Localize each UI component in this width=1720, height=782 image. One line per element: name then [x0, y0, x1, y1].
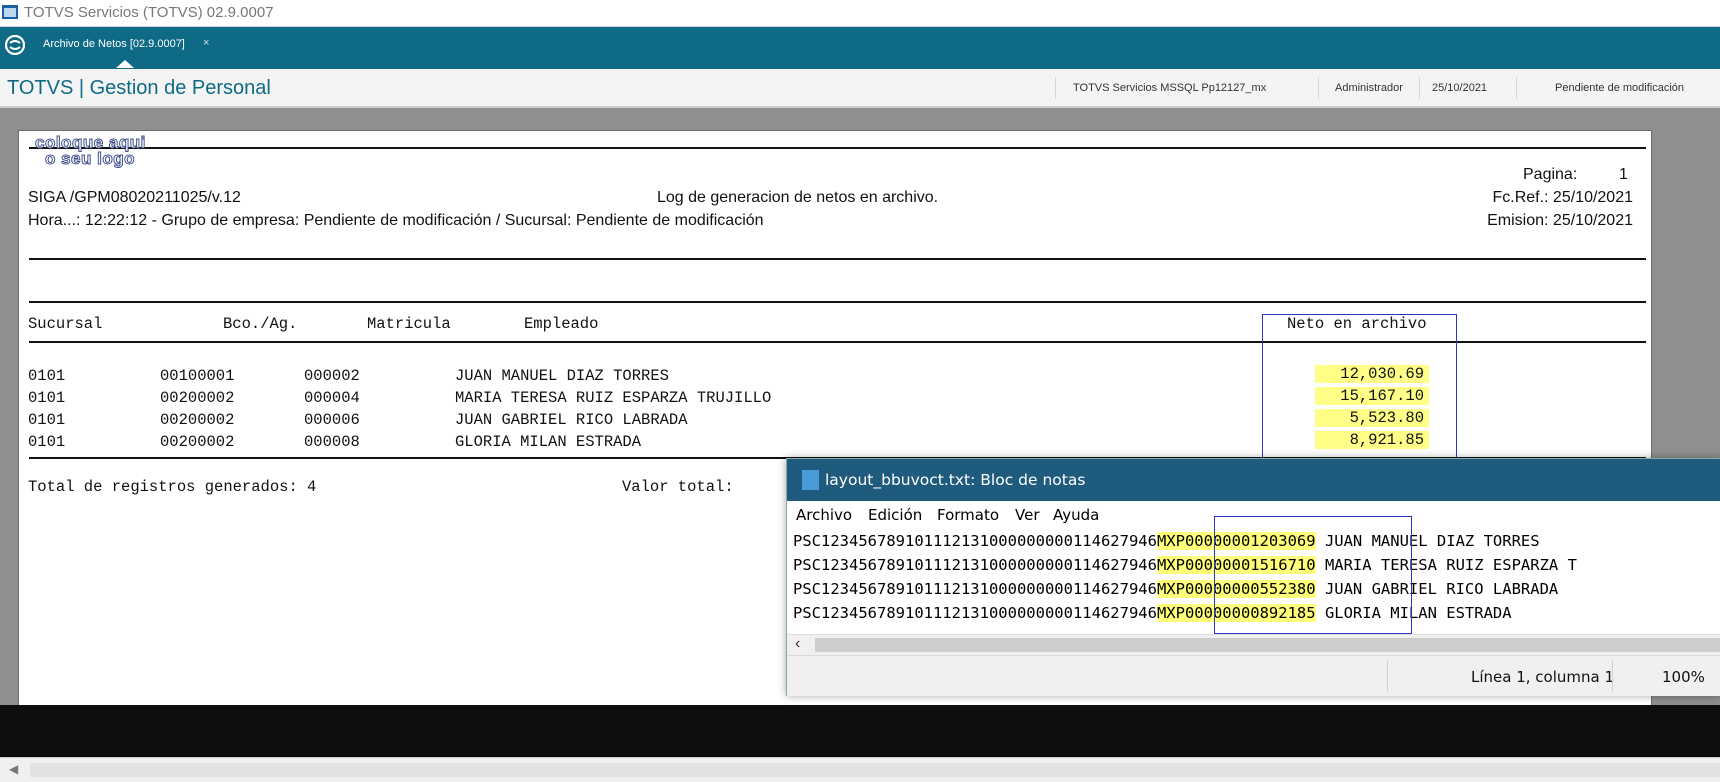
header-divider — [1318, 77, 1319, 99]
cell-bco: 00200002 — [160, 433, 235, 451]
highlight-box-neto — [1262, 314, 1457, 461]
scroll-left-icon[interactable]: ‹ — [795, 635, 800, 653]
tab-close-icon[interactable]: × — [203, 37, 209, 49]
text-line: PSC123456789101112131000000000114627946M… — [793, 556, 1577, 574]
highlight-box-amount — [1214, 516, 1412, 634]
notepad-title-bar[interactable]: layout_bbuvoct.txt: Bloc de notas — [787, 459, 1720, 501]
line-prefix: PSC123456789101112131000000000114627946 — [793, 556, 1157, 574]
line-prefix: PSC123456789101112131000000000114627946 — [793, 580, 1157, 598]
hora-line: Hora...: 12:22:12 - Grupo de empresa: Pe… — [28, 212, 764, 229]
cell-sucursal: 0101 — [28, 367, 66, 385]
active-tab-indicator — [116, 60, 134, 68]
emision: Emision: 25/10/2021 — [1487, 212, 1633, 229]
app-icon — [2, 5, 18, 19]
window-title-bar: TOTVS Servicios (TOTVS) 02.9.0007 — [0, 0, 1720, 27]
header-divider — [1419, 77, 1420, 99]
status-divider — [1612, 660, 1613, 692]
user-label: Administrador — [1335, 82, 1403, 94]
cell-sucursal: 0101 — [28, 411, 66, 429]
menu-ver[interactable]: Ver — [1015, 506, 1040, 524]
cell-bco: 00200002 — [160, 389, 235, 407]
cell-matricula: 000006 — [304, 411, 360, 429]
header-divider — [1055, 77, 1056, 99]
menu-ayuda[interactable]: Ayuda — [1053, 506, 1099, 524]
window-title: TOTVS Servicios (TOTVS) 02.9.0007 — [24, 4, 274, 21]
company-status-label: Pendiente de modificación — [1555, 82, 1685, 94]
notepad-status-bar: Línea 1, columna 1 100% — [787, 655, 1720, 696]
text-line: PSC123456789101112131000000000114627946M… — [793, 532, 1540, 550]
status-divider — [1387, 660, 1388, 692]
menu-edicion[interactable]: Edición — [868, 506, 922, 524]
cell-bco: 00200002 — [160, 411, 235, 429]
module-header: TOTVS | Gestion de Personal TOTVS Servic… — [0, 69, 1720, 108]
scroll-left-icon[interactable]: ◀ — [9, 762, 18, 776]
report-title: Log de generacion de netos en archivo. — [657, 189, 939, 206]
col-sucursal: Sucursal — [28, 315, 103, 333]
report-rule — [29, 258, 1646, 260]
notepad-window[interactable]: layout_bbuvoct.txt: Bloc de notas Archiv… — [786, 458, 1720, 696]
horizontal-scrollbar[interactable]: ◀ — [0, 757, 1720, 782]
notepad-title: layout_bbuvoct.txt: Bloc de notas — [825, 471, 1086, 489]
cell-matricula: 000004 — [304, 389, 360, 407]
notepad-icon — [801, 469, 820, 491]
cell-empleado: MARIA TERESA RUIZ ESPARZA TRUJILLO — [455, 389, 772, 407]
cell-empleado: JUAN GABRIEL RICO LABRADA — [455, 411, 688, 429]
scrollbar-track[interactable] — [30, 763, 1720, 777]
report-rule — [29, 301, 1646, 303]
footer-bar — [0, 705, 1720, 757]
fc-ref: Fc.Ref.: 25/10/2021 — [1492, 189, 1633, 206]
line-prefix: PSC123456789101112131000000000114627946 — [793, 532, 1157, 550]
logo-line-2: o seu logo — [45, 149, 135, 168]
header-divider — [1516, 77, 1517, 99]
report-logo: coloque aqui o seu logo — [35, 134, 146, 168]
date-label: 25/10/2021 — [1432, 82, 1488, 94]
totvs-logo-icon[interactable] — [5, 35, 25, 55]
cell-matricula: 000002 — [304, 367, 360, 385]
cell-matricula: 000008 — [304, 433, 360, 451]
menu-archivo[interactable]: Archivo — [796, 506, 852, 524]
total-registros: Total de registros generados: 4 — [28, 478, 317, 496]
cursor-position: Línea 1, columna 1 — [1471, 668, 1615, 686]
module-title: TOTVS | Gestion de Personal — [7, 77, 271, 99]
program-id: SIGA /GPM08020211025/v.12 — [28, 189, 241, 206]
notepad-horizontal-scrollbar[interactable]: ‹ — [787, 634, 1720, 655]
menu-formato[interactable]: Formato — [937, 506, 999, 524]
col-empleado: Empleado — [524, 315, 599, 333]
tab-bar: Archivo de Netos [02.9.0007] × — [0, 27, 1720, 69]
col-bco-ag: Bco./Ag. — [223, 315, 298, 333]
cell-sucursal: 0101 — [28, 433, 66, 451]
environment-label: TOTVS Servicios MSSQL Pp12127_mx — [1073, 82, 1267, 94]
page-label: Pagina: — [1523, 166, 1578, 183]
zoom-level: 100% — [1662, 668, 1705, 686]
line-prefix: PSC123456789101112131000000000114627946 — [793, 604, 1157, 622]
cell-sucursal: 0101 — [28, 389, 66, 407]
scrollbar-thumb[interactable] — [815, 638, 1720, 652]
valor-total-label: Valor total: — [622, 478, 734, 496]
cell-bco: 00100001 — [160, 367, 235, 385]
cell-empleado: JUAN MANUEL DIAZ TORRES — [455, 367, 669, 385]
text-line: PSC123456789101112131000000000114627946M… — [793, 580, 1558, 598]
col-matricula: Matricula — [367, 315, 451, 333]
cell-empleado: GLORIA MILAN ESTRADA — [455, 433, 642, 451]
page-number: 1 — [1619, 166, 1628, 183]
tab-archivo-de-netos[interactable]: Archivo de Netos [02.9.0007] — [43, 38, 185, 50]
report-rule — [29, 147, 1646, 149]
